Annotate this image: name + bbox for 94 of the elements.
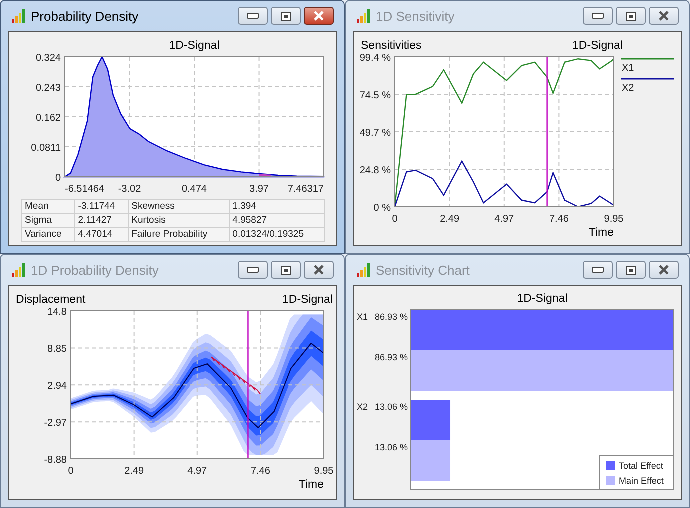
tick-label: 2.49: [124, 466, 144, 477]
minimize-button[interactable]: [238, 261, 268, 279]
hatched-line-drawing: [211, 356, 262, 395]
table-cell: 1.394: [229, 200, 324, 214]
table-cell: -3.11744: [74, 200, 128, 214]
tick-label: 0: [68, 466, 74, 477]
tick-label: 14.8: [48, 307, 67, 318]
maximize-button[interactable]: [271, 261, 301, 279]
tick-label: -8.88: [44, 455, 67, 466]
restore-icon: [281, 266, 291, 274]
minimize-icon: [247, 13, 259, 19]
restore-icon: [626, 266, 636, 274]
tick-label: 0.324: [36, 53, 61, 64]
tick-label: 9.95: [314, 466, 334, 477]
category-label: X2: [357, 402, 368, 412]
tick-label: 9.95: [604, 214, 624, 225]
legend-label: X1: [622, 63, 634, 74]
tick-label: 2.94: [48, 381, 67, 392]
legend-label: Main Effect: [619, 476, 664, 486]
legend-label: Total Effect: [619, 461, 664, 471]
axis-label: Time: [298, 479, 324, 491]
category-label: X1: [357, 312, 368, 322]
tick-label: 0.474: [182, 184, 207, 195]
tick-label: -3.02: [118, 184, 142, 195]
restore-icon: [281, 12, 291, 20]
axis-label: Time: [588, 227, 614, 239]
legend-label: X2: [622, 83, 634, 94]
axis-label: Sensitivities: [361, 40, 422, 52]
tick-label: 7.46: [250, 466, 270, 477]
table-cell: 2.11427: [74, 214, 128, 228]
minimize-button[interactable]: [583, 261, 613, 279]
chart-title: 1D-Signal: [572, 40, 623, 52]
close-icon: [658, 265, 670, 275]
table-cell: Kurtosis: [128, 214, 230, 228]
window-title: Probability Density: [31, 8, 140, 24]
minimize-icon: [592, 267, 604, 273]
tick-label: 4.97: [188, 466, 208, 477]
bar-chart-icon: [11, 9, 25, 23]
close-button[interactable]: [304, 7, 334, 25]
chart-title: 1D-Signal: [169, 40, 220, 52]
tick-label: -2.97: [44, 418, 67, 430]
minimize-button[interactable]: [583, 7, 613, 25]
table-cell: 0.01324/0.19325: [229, 228, 324, 242]
minimize-icon: [247, 267, 259, 273]
close-button[interactable]: [649, 7, 679, 25]
tick-label: 24.8 %: [360, 166, 391, 177]
chart-title: 1D-Signal: [517, 293, 568, 305]
tick-label: 99.4 %: [360, 53, 391, 64]
value-label: 86.93 %: [374, 312, 408, 322]
tick-label: 0.0811: [31, 142, 61, 154]
axis-label: Displacement: [16, 294, 86, 306]
minimize-icon: [592, 13, 604, 19]
close-icon: [313, 265, 325, 275]
restore-icon: [626, 12, 636, 20]
window-title: Sensitivity Chart: [376, 262, 471, 278]
tick-label: 0 %: [374, 203, 391, 214]
table-cell: Variance: [22, 228, 75, 242]
close-button[interactable]: [304, 261, 334, 279]
close-icon: [658, 11, 670, 21]
tick-label: 8.85: [48, 344, 67, 356]
tick-label: 49.7 %: [360, 128, 391, 139]
tick-label: 7.46317: [288, 184, 324, 195]
table-cell: Failure Probability: [128, 228, 230, 242]
value-label: 13.06 %: [374, 442, 408, 452]
table-cell: Skewness: [128, 200, 230, 214]
tick-label: 7.46: [549, 214, 569, 225]
value-label: 13.06 %: [374, 402, 408, 412]
tick-label: 0: [55, 173, 61, 184]
tick-label: 2.49: [440, 214, 460, 225]
tick-label: 0: [392, 214, 398, 225]
table-cell: Sigma: [22, 214, 75, 228]
maximize-button[interactable]: [271, 7, 301, 25]
tick-label: 74.5 %: [360, 90, 391, 102]
close-button[interactable]: [649, 261, 679, 279]
bar-chart-icon: [11, 263, 25, 277]
maximize-button[interactable]: [616, 261, 646, 279]
tick-label: 4.97: [494, 214, 514, 225]
table-cell: 4.47014: [74, 228, 128, 242]
bar-chart-icon: [356, 9, 370, 23]
tick-label: 0.162: [36, 113, 61, 124]
tick-label: -6.51464: [65, 184, 104, 195]
minimize-button[interactable]: [238, 7, 268, 25]
table-cell: 4.95827: [229, 214, 324, 228]
failure-region-drawing: [259, 174, 271, 177]
window-title: 1D Sensitivity: [376, 8, 456, 24]
bar-chart-icon: [356, 263, 370, 277]
tick-label: 3.97: [250, 184, 269, 195]
close-icon: [313, 11, 325, 21]
value-label: 86.93 %: [374, 352, 408, 362]
chart-title: 1D-Signal: [282, 294, 333, 306]
table-cell: Mean: [22, 200, 75, 214]
tick-label: 0.243: [36, 83, 61, 94]
window-title: 1D Probability Density: [31, 262, 160, 278]
maximize-button[interactable]: [616, 7, 646, 25]
